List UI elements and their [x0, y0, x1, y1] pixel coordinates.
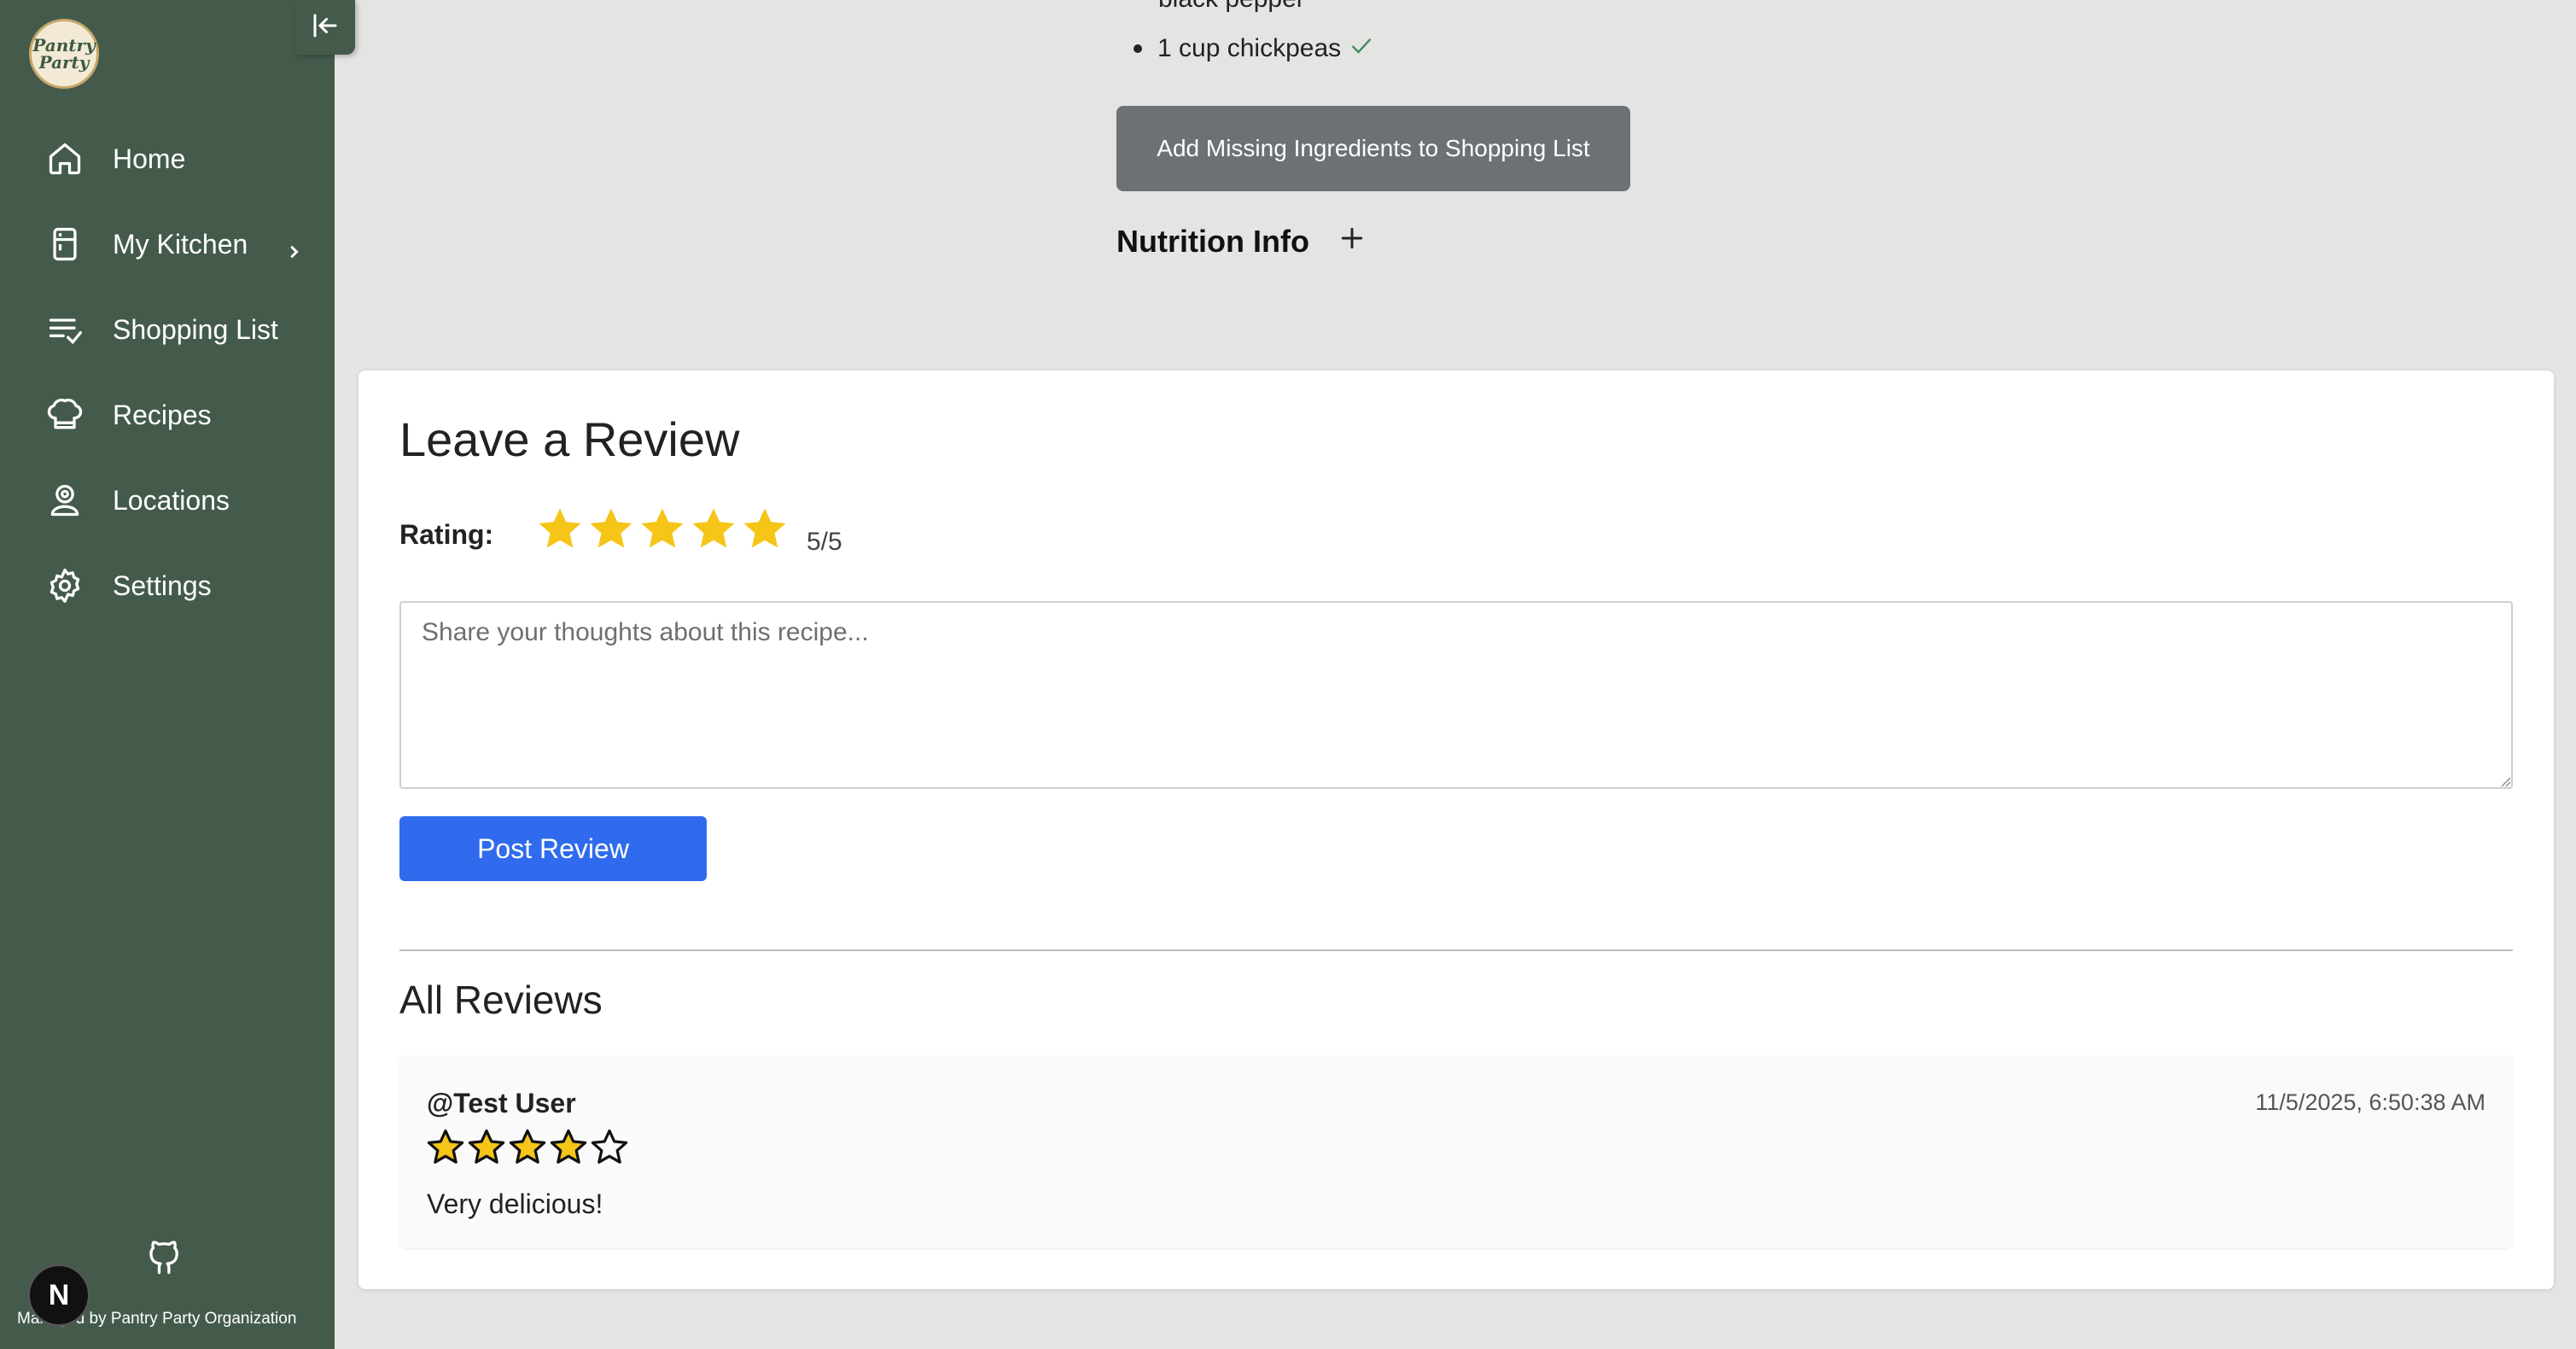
star-filled-icon: [548, 1127, 589, 1168]
add-missing-ingredients-button[interactable]: Add Missing Ingredients to Shopping List: [1116, 106, 1630, 191]
review-user: @Test User: [427, 1088, 576, 1118]
collapse-left-icon: [310, 10, 341, 45]
review-date: 11/5/2025, 6:50:38 AM: [2255, 1089, 2486, 1115]
plus-icon[interactable]: [1338, 224, 1366, 260]
rating-star-icon[interactable]: [688, 504, 739, 555]
sidebar-item-my-kitchen[interactable]: My Kitchen: [0, 201, 335, 287]
star-filled-icon: [507, 1127, 548, 1168]
star-empty-icon: [589, 1127, 630, 1168]
home-icon: [44, 138, 85, 179]
rating-star-icon[interactable]: [739, 504, 790, 555]
sidebar-item-settings[interactable]: Settings: [0, 543, 335, 628]
sidebar-item-recipes[interactable]: Recipes: [0, 372, 335, 458]
rating-star-icon[interactable]: [586, 504, 637, 555]
sidebar-item-label: My Kitchen: [113, 228, 248, 260]
leave-review-title: Leave a Review: [399, 412, 740, 466]
check-icon: [1349, 34, 1373, 63]
review-stars: [425, 1127, 630, 1168]
review-text: Very delicious!: [427, 1188, 603, 1219]
all-reviews-title: All Reviews: [399, 978, 603, 1022]
sidebar-item-label: Recipes: [113, 399, 212, 430]
sidebar-item-label: Shopping List: [113, 313, 278, 345]
rating-star-icon[interactable]: [534, 504, 586, 555]
ingredient-item: 1 cup chickpeas: [1134, 34, 1373, 63]
gear-icon: [44, 565, 85, 606]
fridge-icon: [44, 224, 85, 265]
review-card: Leave a Review Rating: 5/5 Post Review A…: [358, 371, 2554, 1289]
github-icon[interactable]: [145, 1238, 183, 1279]
rating-star-icon[interactable]: [637, 504, 688, 555]
rating-value: 5/5: [807, 528, 842, 556]
star-filled-icon: [466, 1127, 507, 1168]
pantry-party-logo[interactable]: Pantry Party: [29, 19, 99, 89]
review-item: @Test User 11/5/2025, 6:50:38 AM Very de…: [399, 1055, 2513, 1248]
divider: [399, 949, 2513, 951]
sidebar: Pantry Party Home My Kitchen Shopping Li…: [0, 0, 335, 1349]
logo-line-2: Party: [38, 52, 90, 73]
collapse-sidebar-button[interactable]: [295, 0, 355, 55]
sidebar-nav: Home My Kitchen Shopping List Recipes Lo…: [0, 116, 335, 628]
sidebar-item-label: Locations: [113, 484, 230, 516]
post-review-button[interactable]: Post Review: [399, 816, 707, 881]
star-filled-icon: [425, 1127, 466, 1168]
ingredient-text: 1 cup chickpeas: [1157, 34, 1342, 62]
chevron-right-icon[interactable]: [288, 236, 300, 267]
map-pin-icon: [44, 480, 85, 521]
logo-line-1: Pantry: [32, 35, 96, 55]
next-dev-badge[interactable]: N: [27, 1264, 90, 1327]
sidebar-item-label: Home: [113, 143, 186, 174]
next-badge-letter: N: [48, 1278, 70, 1311]
rating-stars: [534, 504, 790, 555]
nutrition-info-toggle[interactable]: Nutrition Info: [1116, 224, 1366, 260]
sidebar-item-shopping-list[interactable]: Shopping List: [0, 287, 335, 372]
rating-label: Rating:: [399, 519, 494, 550]
list-bullet: [1134, 44, 1142, 53]
nutrition-info-label: Nutrition Info: [1116, 224, 1309, 259]
sidebar-item-locations[interactable]: Locations: [0, 458, 335, 543]
sidebar-item-home[interactable]: Home: [0, 116, 335, 201]
ingredient-item: black pepper: [1158, 0, 1305, 14]
list-check-icon: [44, 309, 85, 350]
resize-handle-icon[interactable]: [2497, 774, 2511, 791]
chef-hat-icon: [44, 394, 85, 435]
sidebar-item-label: Settings: [113, 569, 212, 601]
review-textarea[interactable]: [399, 601, 2513, 789]
